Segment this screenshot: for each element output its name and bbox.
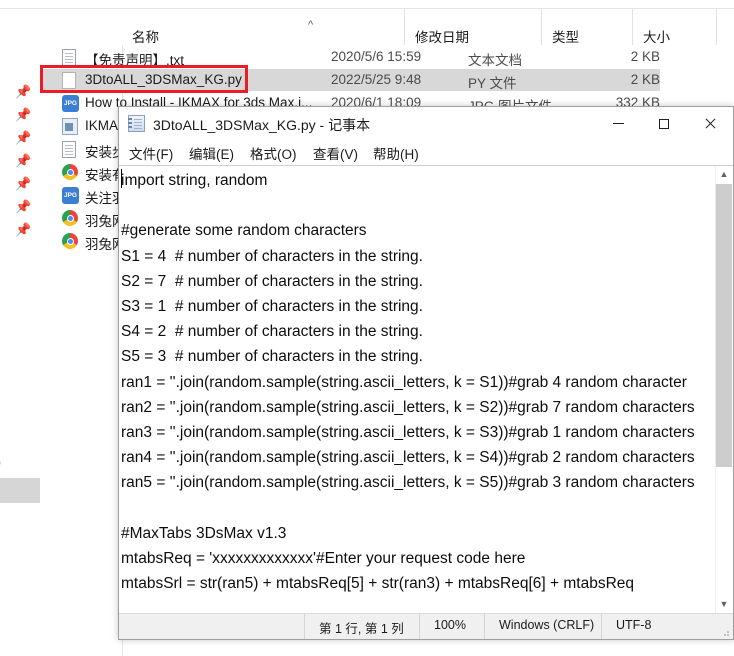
notepad-title-bar[interactable]: 3DtoALL_3DSMax_KG.py - 记事本 (119, 107, 733, 140)
jpg-file-icon: JPG (62, 187, 79, 204)
column-header-type[interactable]: 类型 (541, 9, 632, 45)
chrome-icon (62, 210, 79, 227)
column-header-overflow[interactable] (716, 9, 734, 45)
minimize-button[interactable] (595, 107, 641, 138)
scroll-up-icon[interactable]: ▲ (716, 166, 732, 183)
file-type: 文本文档 (468, 53, 522, 68)
notepad-window: 3DtoALL_3DSMax_KG.py - 记事本 文件(F) 编辑(E) 格… (118, 106, 734, 640)
zoom-level[interactable]: 100% (434, 618, 466, 632)
menu-item-edit[interactable]: 编辑(E) (189, 143, 234, 163)
line-ending: Windows (CRLF) (499, 618, 595, 632)
pin-icon[interactable]: 📌 (15, 131, 31, 145)
text-cursor (121, 169, 122, 188)
notepad-icon (128, 115, 145, 132)
encoding: UTF-8 (616, 618, 652, 632)
menu-item-help[interactable]: 帮助(H) (373, 143, 419, 163)
vertical-scrollbar[interactable]: ▲ ▼ (715, 166, 733, 613)
menu-item-view[interactable]: 查看(V) (313, 143, 358, 163)
file-type: PY 文件 (468, 76, 517, 91)
file-size: 2 KB (630, 49, 660, 64)
status-divider (601, 614, 602, 639)
installer-icon (62, 118, 79, 135)
scrollbar-thumb[interactable] (716, 184, 732, 467)
scroll-down-icon[interactable]: ▼ (716, 596, 732, 613)
status-divider (419, 614, 420, 639)
close-icon (704, 118, 716, 130)
column-header-label: 类型 (552, 30, 579, 45)
pin-icon[interactable]: 📌 (15, 223, 31, 237)
pin-icon[interactable]: 📌 (15, 108, 31, 122)
status-divider (304, 614, 305, 639)
maximize-icon (659, 118, 669, 129)
pin-icon[interactable]: 📌 (15, 154, 31, 168)
pin-icon[interactable]: 📌 (15, 200, 31, 214)
sort-ascending-icon: ^ (308, 19, 314, 31)
status-bar: 第 1 行, 第 1 列 100% Windows (CRLF) UTF-8 (119, 613, 733, 639)
cursor-position: 第 1 行, 第 1 列 (319, 622, 404, 636)
maximize-button[interactable] (641, 107, 687, 138)
resize-grip-icon[interactable] (720, 627, 730, 637)
menu-item-format[interactable]: 格式(O) (250, 143, 297, 163)
file-date: 2020/5/6 15:59 (331, 49, 422, 64)
column-header-date[interactable]: 修改日期 (404, 9, 541, 45)
column-header-bar: 名称 修改日期 类型 大小 ^ (122, 9, 734, 45)
status-divider (484, 614, 485, 639)
menu-item-file[interactable]: 文件(F) (129, 143, 173, 163)
text-file-icon (62, 141, 79, 158)
pin-icon[interactable]: 📌 (15, 177, 31, 191)
pin-icon[interactable]: 📌 (15, 85, 31, 99)
clipped-panel-fragment (0, 478, 40, 503)
column-header-label: 大小 (643, 30, 670, 45)
minimize-icon (612, 123, 624, 125)
text-editor[interactable]: import string, random #generate some ran… (119, 166, 716, 613)
red-highlight-annotation (40, 65, 248, 93)
file-size: 2 KB (630, 72, 660, 87)
chrome-icon (62, 233, 79, 250)
window-title: 3DtoALL_3DSMax_KG.py - 记事本 (153, 117, 371, 133)
jpg-file-icon: JPG (62, 95, 79, 112)
notepad-text-area-container: import string, random #generate some ran… (119, 165, 733, 613)
column-header-name[interactable]: 名称 (122, 9, 404, 45)
close-button[interactable] (687, 107, 733, 138)
chrome-icon (62, 164, 79, 181)
notepad-menu-bar: 文件(F) 编辑(E) 格式(O) 查看(V) 帮助(H) (119, 140, 733, 165)
column-header-label: 名称 (132, 30, 159, 45)
clipped-glyph: ) (0, 455, 1, 469)
column-header-size[interactable]: 大小 (632, 9, 716, 45)
column-header-label: 修改日期 (415, 30, 469, 45)
file-date: 2022/5/25 9:48 (331, 72, 422, 87)
text-file-icon (62, 49, 79, 66)
